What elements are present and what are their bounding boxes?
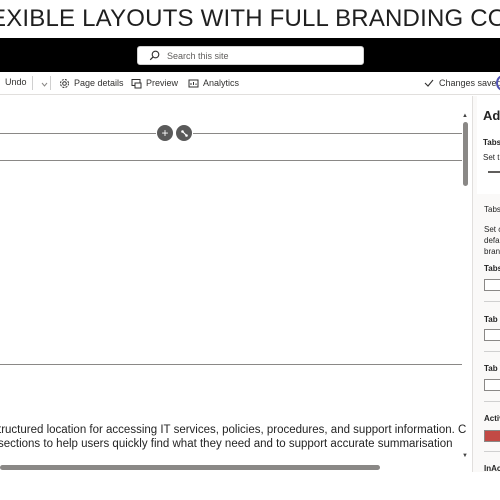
field-label: Tabs — [484, 264, 500, 273]
scroll-up-icon[interactable]: ▲ — [462, 113, 468, 119]
add-section-button[interactable]: + — [157, 125, 173, 141]
field-divider — [484, 351, 500, 352]
preview-label: Preview — [146, 78, 179, 88]
toolbar-divider — [32, 76, 33, 90]
panel-title: Adv — [483, 108, 500, 123]
page-root: EXIBLE LAYOUTS WITH FULL BRANDING CONTR … — [0, 0, 500, 500]
command-bar: Undo Page details Preview Analytics Chan… — [0, 72, 500, 95]
section-border-top — [0, 160, 462, 161]
body-text-line: sections to help users quickly find what… — [0, 438, 453, 450]
save-status: Changes saved — [423, 77, 500, 89]
undo-button[interactable]: Undo — [5, 77, 27, 87]
description-line: Set c — [484, 225, 500, 234]
field-divider — [484, 301, 500, 302]
field-label: Activ — [484, 414, 500, 423]
analytics-label: Analytics — [203, 78, 240, 88]
undo-label: Undo — [5, 77, 27, 87]
page-details-button[interactable]: Page details — [58, 77, 124, 89]
section-border-bottom — [0, 364, 462, 365]
search-icon — [147, 49, 161, 63]
section-settings-button[interactable] — [176, 125, 192, 141]
plus-icon: + — [161, 126, 169, 140]
description-line: bran — [484, 247, 500, 256]
link-icon — [180, 129, 189, 138]
toolbar-divider — [50, 76, 51, 90]
page-canvas — [0, 96, 470, 472]
tabs-color-input[interactable] — [484, 279, 500, 291]
save-status-label: Changes saved — [439, 78, 500, 88]
chevron-down-icon — [38, 78, 50, 90]
slider-track[interactable] — [488, 171, 500, 173]
tabs-subheading: Tabs — [484, 205, 500, 214]
tabs-heading: Tabs — [483, 138, 500, 147]
field-label: Tab T — [484, 364, 500, 373]
section-divider — [193, 133, 462, 134]
analytics-button[interactable]: Analytics — [187, 77, 239, 89]
checkmark-icon — [423, 77, 435, 89]
tab-indicator-input[interactable] — [484, 329, 500, 341]
search-input[interactable] — [167, 50, 347, 61]
analytics-icon — [187, 77, 199, 89]
banner-title: EXIBLE LAYOUTS WITH FULL BRANDING CONTR — [0, 5, 500, 32]
scroll-down-icon[interactable]: ▼ — [462, 453, 468, 459]
search-box[interactable] — [137, 46, 364, 65]
section-divider — [0, 133, 156, 134]
field-label: InAc — [484, 464, 500, 473]
field-divider — [484, 401, 500, 402]
set-text: Set t — [483, 153, 500, 162]
active-color-swatch[interactable] — [484, 430, 500, 442]
body-text-line: tructured location for accessing IT serv… — [0, 424, 467, 436]
gear-icon — [58, 77, 70, 89]
horizontal-scrollbar[interactable] — [0, 465, 380, 470]
preview-icon — [130, 77, 142, 89]
page-details-label: Page details — [74, 78, 124, 88]
vertical-scrollbar[interactable] — [463, 122, 468, 186]
preview-button[interactable]: Preview — [130, 77, 178, 89]
tab-text-input[interactable] — [484, 379, 500, 391]
description-line: defa — [484, 236, 500, 245]
undo-dropdown[interactable] — [38, 78, 54, 90]
field-label: Tab I — [484, 315, 500, 324]
field-divider — [484, 451, 500, 452]
